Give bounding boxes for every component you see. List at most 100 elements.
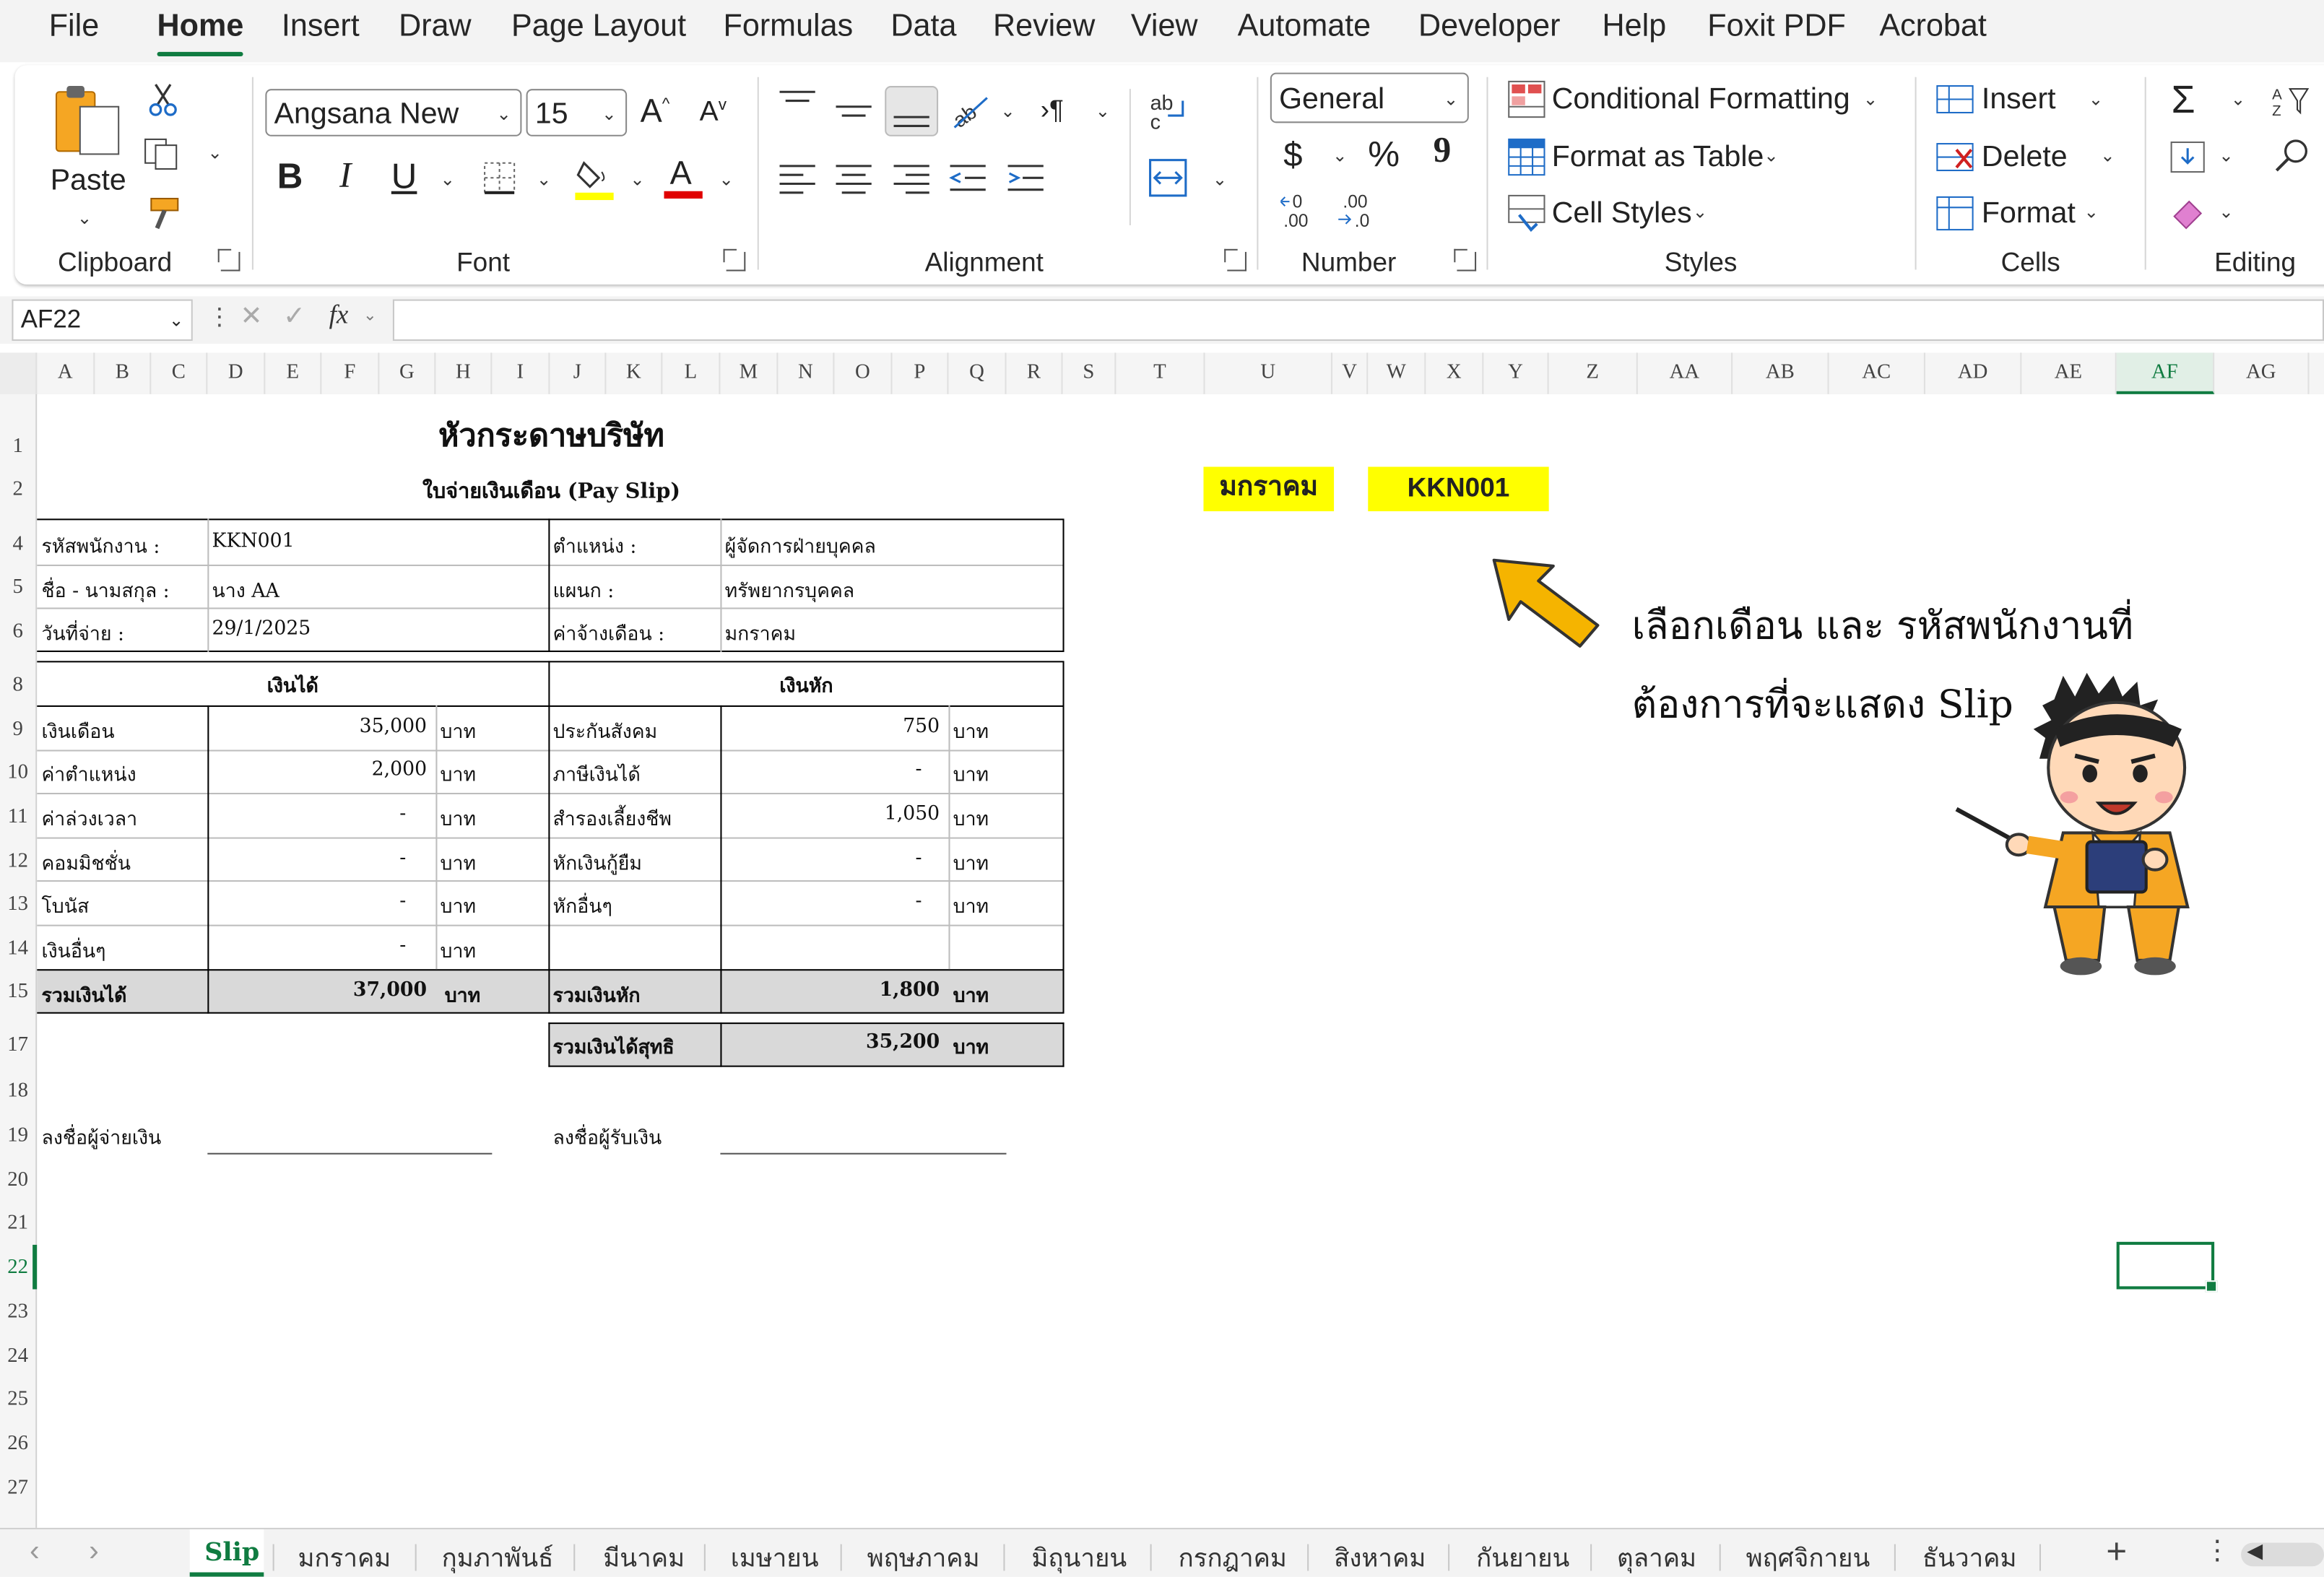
underline-icon[interactable]: U [391,157,417,199]
currency-dropdown-icon[interactable]: ⌄ [1332,145,1348,166]
row-header[interactable]: 5 [0,576,35,600]
deduction-value[interactable]: - [720,759,922,781]
column-header[interactable]: S [1062,352,1117,394]
align-top-icon[interactable] [776,86,818,121]
column-header[interactable]: G [379,352,436,394]
row-header[interactable]: 2 [0,479,35,503]
format-as-table-dropdown-icon[interactable]: ⌄ [1764,145,1779,166]
sheet-tab-month[interactable]: พฤศจิกายน [1746,1538,1870,1576]
font-launcher-icon[interactable] [723,248,746,271]
plus-icon[interactable]: + [2106,1532,2127,1573]
row-header[interactable]: 13 [0,894,35,918]
row-header[interactable]: 24 [0,1345,35,1369]
ribbon-tab-draw[interactable]: Draw [399,9,472,44]
delete-dropdown-icon[interactable]: ⌄ [2100,145,2115,166]
scroll-tabs-right-icon[interactable]: › [89,1535,99,1569]
row-header[interactable]: 26 [0,1433,35,1457]
align-right-icon[interactable] [890,160,932,196]
column-header[interactable]: L [662,352,721,394]
column-header[interactable]: W [1368,352,1426,394]
chevron-down-icon[interactable]: ⌄ [363,305,377,325]
column-header[interactable]: A [37,352,95,394]
borders-icon[interactable] [482,160,517,196]
column-header[interactable]: AC [1829,352,1925,394]
column-header[interactable]: AB [1733,352,1829,394]
autosum-icon[interactable]: Σ [2172,77,2195,123]
increase-indent-icon[interactable] [1005,160,1046,196]
row-header[interactable]: 23 [0,1301,35,1325]
increase-decimal-icon[interactable]: 0.00 [1279,190,1319,231]
merge-dropdown-icon[interactable]: ⌄ [1213,169,1228,190]
font-name-select[interactable]: Angsana New ⌄ [265,89,522,136]
month-selector-cell[interactable]: มกราคม [1203,466,1335,512]
row-header[interactable]: 20 [0,1169,35,1193]
font-color-icon[interactable]: A [664,154,705,201]
fill-icon[interactable] [2169,139,2207,175]
delete-cells-button[interactable]: Delete [1982,141,2068,175]
ribbon-tab-home[interactable]: Home [157,9,245,56]
ribbon-tab-help[interactable]: Help [1603,9,1667,44]
ribbon-tab-formulas[interactable]: Formulas [724,9,854,44]
decrease-font-size-icon[interactable]: Av [700,96,727,129]
sheet-tab-month[interactable]: พฤษภาคม [867,1538,980,1576]
select-all-corner[interactable] [0,352,38,394]
borders-dropdown-icon[interactable]: ⌄ [537,169,552,190]
increase-font-size-icon[interactable]: A^ [641,92,670,130]
pay-date-value[interactable]: 29/1/2025 [212,618,311,640]
fill-color-dropdown-icon[interactable]: ⌄ [630,169,645,190]
percent-button[interactable]: % [1368,135,1400,176]
currency-button[interactable]: $ [1283,135,1302,175]
column-header[interactable]: AE [2021,352,2117,394]
cell-styles-dropdown-icon[interactable]: ⌄ [1693,201,1708,222]
cancel-formula-icon[interactable]: ✕ [240,301,262,332]
text-direction-dropdown-icon[interactable]: ⌄ [1096,101,1111,122]
sheet-tab-month[interactable]: มีนาคม [603,1538,685,1576]
column-header-selected[interactable]: AF [2116,352,2215,394]
row-header-selected[interactable]: 22 [0,1256,35,1280]
row-header[interactable]: 1 [0,435,35,459]
decrease-decimal-icon[interactable]: .00.0 [1337,190,1375,231]
paste-dropdown-icon[interactable]: ⌄ [77,207,92,228]
column-header[interactable]: J [550,352,607,394]
row-header[interactable]: 15 [0,981,35,1005]
number-format-select[interactable]: General ⌄ [1270,72,1469,123]
sheet-tab-month[interactable]: สิงหาคม [1334,1538,1426,1576]
column-header[interactable]: Z [1549,352,1638,394]
cell-styles-icon[interactable] [1507,194,1545,233]
sheet-tab-month[interactable]: มิถุนายน [1031,1538,1127,1576]
row-header[interactable]: 14 [0,938,35,962]
merge-center-icon[interactable] [1147,157,1188,199]
sheet-tab-month[interactable]: ธันวาคม [1922,1538,2017,1576]
fill-color-icon[interactable] [575,157,616,202]
more-options-icon[interactable]: ⋮ [2204,1535,2231,1566]
column-header[interactable]: AA [1638,352,1733,394]
selected-cell-af22[interactable] [2116,1241,2218,1293]
column-header[interactable]: M [720,352,779,394]
font-color-dropdown-icon[interactable]: ⌄ [719,169,734,190]
bold-icon[interactable]: B [277,157,303,199]
align-left-icon[interactable] [776,160,818,196]
clear-dropdown-icon[interactable]: ⌄ [2219,201,2234,222]
column-header[interactable]: B [95,352,152,394]
income-value[interactable]: - [207,803,406,825]
enter-formula-icon[interactable]: ✓ [283,301,305,332]
decrease-indent-icon[interactable] [947,160,988,196]
find-select-icon[interactable] [2272,136,2310,175]
income-value[interactable]: 2,000 [207,759,427,781]
insert-cells-icon[interactable] [1935,80,1974,118]
sheet-tab-month[interactable]: เมษายน [731,1538,819,1576]
row-header[interactable]: 18 [0,1080,35,1104]
number-launcher-icon[interactable] [1454,248,1477,271]
ribbon-tab-file[interactable]: File [49,9,99,44]
row-header[interactable]: 11 [0,806,35,830]
format-dropdown-icon[interactable]: ⌄ [2084,201,2099,222]
row-header[interactable]: 4 [0,534,35,557]
insert-dropdown-icon[interactable]: ⌄ [2089,89,2104,110]
sheet-tab-month[interactable]: กรกฎาคม [1179,1538,1287,1576]
income-value[interactable]: - [207,890,406,913]
row-header[interactable]: 10 [0,762,35,786]
column-header[interactable]: AD [1925,352,2022,394]
column-header[interactable]: P [892,352,949,394]
deduction-value[interactable]: 1,050 [720,803,940,825]
name-value[interactable]: นาง AA [212,575,279,606]
